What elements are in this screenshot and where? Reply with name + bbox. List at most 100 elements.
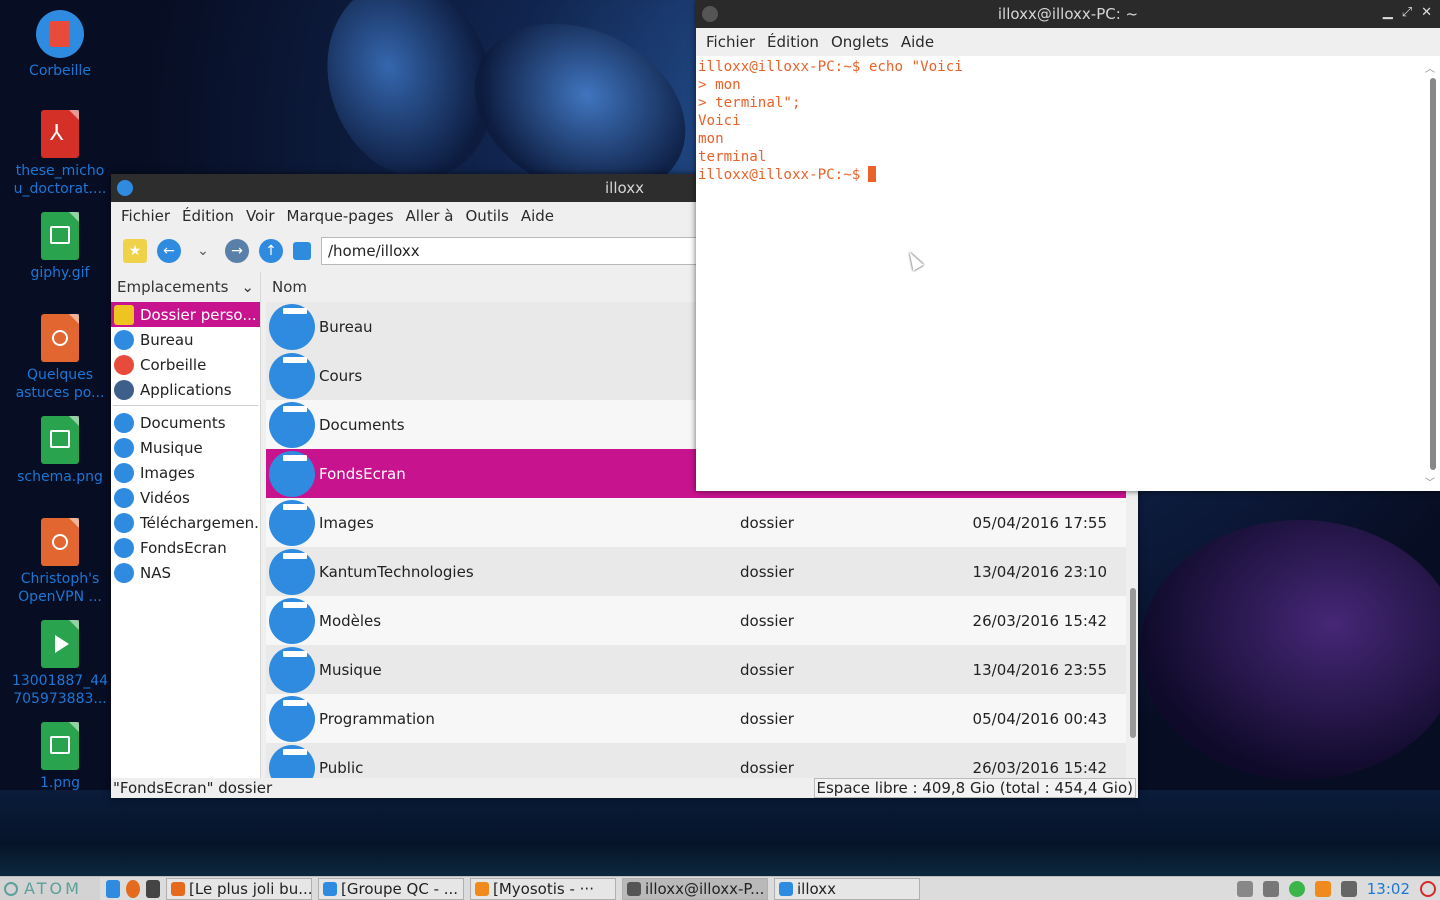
check-icon[interactable]	[1288, 880, 1305, 897]
volume-icon[interactable]	[1236, 880, 1253, 897]
sidebar-header-label: Emplacements	[117, 278, 229, 296]
scroll-up-icon[interactable]: ︿	[1425, 60, 1435, 75]
menu-aide[interactable]: Aide	[515, 207, 560, 225]
terminal-icon	[627, 881, 641, 896]
sidebar-item-fondsecran[interactable]: FondsEcran	[111, 535, 260, 560]
scroll-down-icon[interactable]: ﹀	[1425, 474, 1435, 489]
sidebar-header[interactable]: Emplacements ⌄	[111, 272, 260, 302]
start-menu-button[interactable]: ATOM	[0, 876, 100, 900]
menu-edition[interactable]: Édition	[761, 33, 825, 51]
up-icon[interactable]: ↑	[259, 239, 283, 263]
desktop-icon-pdf[interactable]: ⅄ these_micho u_doctorat....	[4, 110, 116, 198]
menu-onglets[interactable]: Onglets	[825, 33, 895, 51]
table-row[interactable]: KantumTechnologies dossier 13/04/2016 23:1…	[266, 547, 1126, 596]
sidebar-item-label: NAS	[140, 563, 172, 582]
wallpaper-shape	[1140, 520, 1440, 780]
sidebar-separator	[113, 402, 258, 406]
pdf-file-icon: ⅄	[41, 110, 79, 158]
trash-icon	[114, 354, 134, 375]
vlc-tray-icon[interactable]	[1314, 880, 1331, 897]
folder-icon	[269, 352, 315, 399]
minimize-icon[interactable]: ▁	[1383, 5, 1393, 20]
sidebar-item-home[interactable]: Dossier perso...	[111, 302, 260, 327]
terminal-line: > mon	[698, 77, 741, 93]
sidebar-item-applications[interactable]: Applications	[111, 377, 260, 402]
clock[interactable]: 13:02	[1367, 880, 1410, 898]
row-name: Bureau	[319, 317, 373, 336]
row-name: Public	[319, 758, 364, 777]
maximize-icon[interactable]: ⤢	[1402, 5, 1412, 20]
sidebar-item-musique[interactable]: Musique	[111, 435, 260, 460]
menu-fichier[interactable]: Fichier	[700, 33, 761, 51]
table-row[interactable]: Programmation dossier 05/04/2016 00:43	[266, 694, 1126, 743]
status-free-space: Espace libre : 409,8 Gio (total : 454,4 …	[813, 778, 1136, 798]
row-name: Musique	[319, 660, 382, 679]
task-label: [Groupe QC - ...	[341, 879, 459, 898]
back-icon[interactable]: ←	[157, 239, 181, 263]
menu-marque-pages[interactable]: Marque-pages	[281, 207, 400, 225]
desktop-icon-html[interactable]: Christoph's OpenVPN ...	[4, 518, 116, 606]
power-icon[interactable]	[1420, 880, 1436, 897]
terminal-scrollbar[interactable]	[1430, 78, 1436, 470]
row-name: Modèles	[319, 611, 382, 630]
row-date: 13/04/2016 23:55	[972, 660, 1107, 679]
task-terminal[interactable]: illoxx@illoxx-P...	[622, 877, 768, 900]
desktop-icon-png[interactable]: 1.png	[4, 722, 116, 792]
table-row[interactable]: Images dossier 05/04/2016 17:55	[266, 498, 1126, 547]
sidebar-item-telechargements[interactable]: Télécharge­men...	[111, 510, 260, 535]
task-firefox[interactable]: [Le plus joli bu...	[166, 877, 312, 900]
sidebar-item-bureau[interactable]: Bureau	[111, 327, 260, 352]
desktop-icon-label: Christoph's OpenVPN ...	[18, 571, 102, 605]
firefox-launcher-icon[interactable]	[126, 879, 140, 898]
table-row[interactable]: Modèles dossier 26/03/2016 15:42	[266, 596, 1126, 645]
task-chat[interactable]: [Groupe QC - ...	[318, 877, 464, 900]
wallpaper-ground	[0, 790, 1440, 880]
chevron-down-icon[interactable]: ⌄	[191, 239, 215, 263]
terminal-output[interactable]: illoxx@illoxx-PC:~$ echo "Voici > mon > te…	[696, 56, 1422, 491]
sidebar-item-corbeille[interactable]: Corbeille	[111, 352, 260, 377]
sidebar-item-images[interactable]: Images	[111, 460, 260, 485]
battery-icon[interactable]	[1262, 880, 1279, 897]
menu-voir[interactable]: Voir	[240, 207, 281, 225]
row-name: FondsEcran	[319, 464, 406, 483]
table-row[interactable]: Musique dossier 13/04/2016 23:55	[266, 645, 1126, 694]
forward-icon[interactable]: →	[225, 239, 249, 263]
row-type: dossier	[740, 758, 794, 777]
home-folder-icon[interactable]	[293, 242, 311, 260]
path-input[interactable]	[321, 237, 701, 265]
file-list-scrollbar[interactable]	[1130, 588, 1136, 738]
task-label: [Myosotis - ···	[493, 879, 594, 898]
task-vlc[interactable]: [Myosotis - ···	[470, 877, 616, 900]
terminal-window: illoxx@illoxx-PC: ~ ▁ ⤢ ✕ Fichier Éditio…	[696, 0, 1440, 491]
menu-fichier[interactable]: Fichier	[115, 207, 176, 225]
desktop-icon-trash[interactable]: Corbeille	[4, 10, 116, 80]
row-date: 13/04/2016 23:10	[972, 562, 1107, 581]
search-icon[interactable]	[1340, 880, 1357, 897]
applications-icon	[114, 379, 134, 400]
sidebar-item-videos[interactable]: Vidéos	[111, 485, 260, 510]
menu-aller[interactable]: Aller à	[400, 207, 460, 225]
table-row[interactable]: Public dossier 26/03/2016 15:42	[266, 743, 1126, 778]
image-file-icon	[41, 722, 79, 770]
task-file-manager[interactable]: illoxx	[774, 877, 920, 900]
menu-aide[interactable]: Aide	[895, 33, 940, 51]
menu-edition[interactable]: Édition	[176, 207, 240, 225]
desktop-icon-label: Quelques astuces po...	[15, 367, 105, 401]
taskbar: ATOM [Le plus joli bu... [Groupe QC - ..…	[0, 876, 1440, 900]
file-manager-launcher-icon[interactable]	[106, 879, 120, 898]
desktop-icon-video[interactable]: 13001887_44 705973883...	[4, 620, 116, 708]
task-label: illoxx@illoxx-P...	[645, 879, 765, 898]
menu-outils[interactable]: Outils	[460, 207, 515, 225]
templates-folder-icon	[269, 597, 315, 644]
desktop-icon-html[interactable]: Quelques astuces po...	[4, 314, 116, 402]
terminal-titlebar[interactable]: illoxx@illoxx-PC: ~ ▁ ⤢ ✕	[696, 0, 1440, 28]
desktop-icon-gif[interactable]: giphy.gif	[4, 212, 116, 282]
new-tab-icon[interactable]: ★	[123, 239, 147, 263]
sidebar-item-nas[interactable]: NAS	[111, 560, 260, 585]
sidebar-item-documents[interactable]: Documents	[111, 410, 260, 435]
close-icon[interactable]: ✕	[1421, 5, 1432, 20]
downloads-folder-icon	[114, 512, 134, 533]
terminal-launcher-icon[interactable]	[146, 879, 160, 898]
terminal-prompt: illoxx@illoxx-PC:~$	[698, 167, 861, 183]
desktop-icon-png[interactable]: schema.png	[4, 416, 116, 486]
